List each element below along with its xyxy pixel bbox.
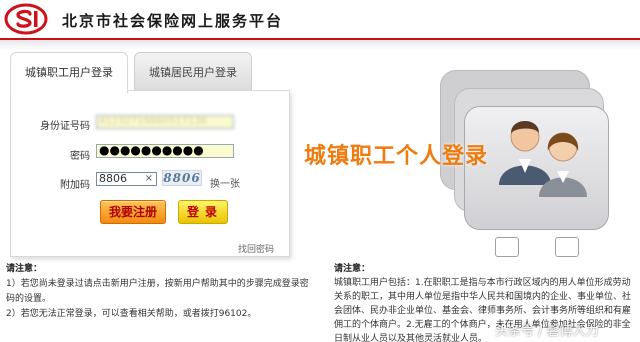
captcha-input-value: 8806 xyxy=(99,172,127,185)
header-shadow xyxy=(0,40,640,50)
tab-resident-login[interactable]: 城镇居民用户登录 xyxy=(134,52,252,92)
id-number-label: 身份证号码 xyxy=(40,121,90,132)
header: 北京市社会保险网上服务平台 xyxy=(0,0,640,38)
forgot-password-link[interactable]: 找回密码 xyxy=(238,242,274,255)
register-button[interactable]: 我要注册 xyxy=(100,200,166,224)
password-field[interactable]: ●●●●●●●●●● xyxy=(96,144,234,158)
id-number-field[interactable]: 41232719860517136 xyxy=(96,115,234,129)
notes-left-item: 1）若您尚未登录过请点击新用户注册，按新用户帮助其中的步骤完成登录密码的设置。 xyxy=(6,279,309,304)
notes-left: 请注意： 1）若您尚未登录过请点击新用户注册，按新用户帮助其中的步骤完成登录密码… xyxy=(6,262,311,322)
watermark: 头条号 / 磐博人力 xyxy=(495,324,599,339)
captcha-input[interactable]: 8806 × xyxy=(96,172,157,186)
notes-left-heading: 请注意： xyxy=(6,264,43,274)
notes-right-heading: 请注意： xyxy=(334,264,371,274)
site-title: 北京市社会保险网上服务平台 xyxy=(62,12,284,30)
promo-graphic: 城镇职工个人登录 xyxy=(300,60,640,260)
tab-staff-login[interactable]: 城镇职工用户登录 xyxy=(10,52,128,93)
card-tab-right xyxy=(555,237,579,257)
card-tab-left xyxy=(495,237,519,257)
password-label: 密码 xyxy=(70,151,90,162)
captcha-image[interactable]: 8806 xyxy=(162,170,202,186)
login-button[interactable]: 登录 xyxy=(178,200,228,224)
notes-left-item: 2）若您无法正常登录，可以查看相关帮助，或者拨打96102。 xyxy=(6,309,257,319)
promo-title: 城镇职工个人登录 xyxy=(304,144,489,169)
clear-icon[interactable]: × xyxy=(145,173,153,185)
captcha-label: 附加码 xyxy=(60,180,90,191)
form-divider xyxy=(128,90,290,91)
social-security-logo-icon xyxy=(4,3,48,35)
refresh-captcha-link[interactable]: 换一张 xyxy=(210,175,240,190)
